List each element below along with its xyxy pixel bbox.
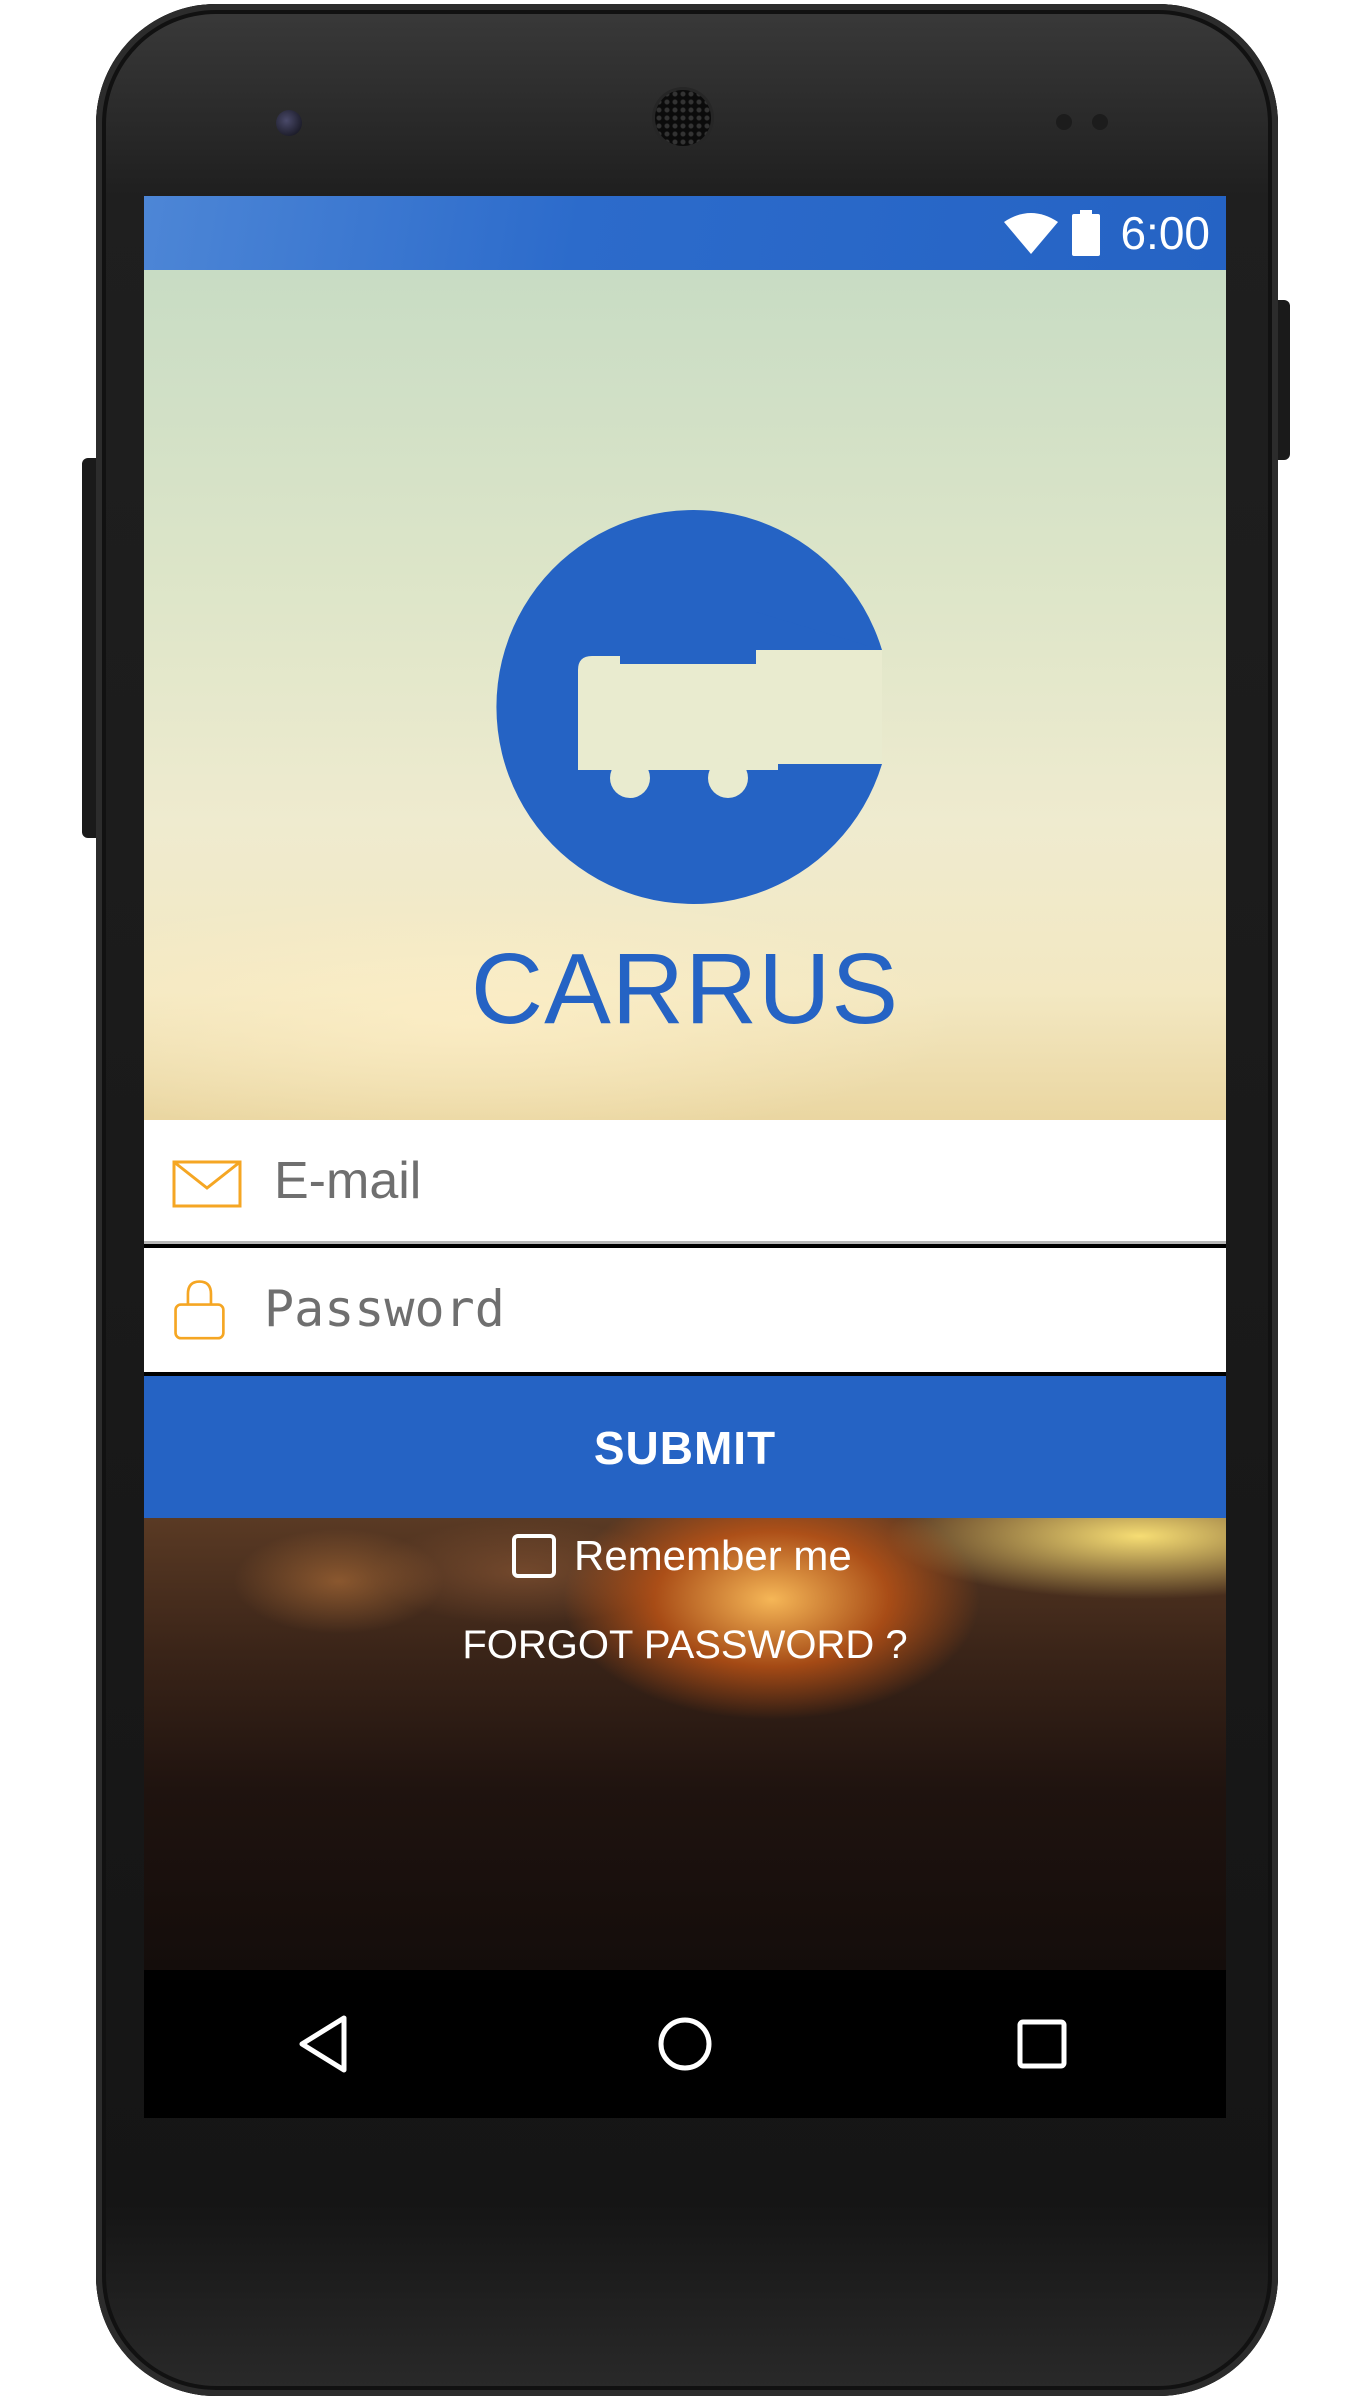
back-icon[interactable] — [294, 2012, 358, 2076]
remember-label: Remember me — [574, 1532, 852, 1579]
screen: 6:00 CARRUS E-mail Password SUBMIT Remem… — [144, 196, 1226, 2118]
wifi-icon — [1004, 213, 1058, 254]
brand-name: CARRUS — [470, 933, 900, 1045]
recents-icon[interactable] — [1010, 2012, 1074, 2076]
truck-c-logo — [496, 510, 882, 904]
earpiece-speaker — [655, 90, 711, 146]
battery-icon — [1072, 210, 1100, 256]
remember-me[interactable]: Remember me — [512, 1528, 852, 1584]
front-camera — [276, 110, 302, 136]
forgot-password-link[interactable]: FORGOT PASSWORD ? — [144, 1620, 1226, 1670]
password-placeholder: Password — [264, 1280, 505, 1338]
navigation-bar — [144, 1970, 1226, 2118]
email-placeholder: E-mail — [274, 1152, 422, 1210]
status-time: 6:00 — [1120, 207, 1210, 259]
hero-banner: CARRUS — [144, 270, 1226, 1120]
remember-checkbox[interactable] — [512, 1534, 556, 1578]
submit-button[interactable]: SUBMIT — [144, 1376, 1226, 1518]
lock-icon — [174, 1280, 225, 1340]
status-bar: 6:00 — [144, 196, 1226, 270]
proximity-sensor — [1056, 114, 1072, 130]
home-icon[interactable] — [653, 2012, 717, 2076]
background-photo: Remember me FORGOT PASSWORD ? — [144, 1518, 1226, 1970]
light-sensor — [1092, 114, 1108, 130]
password-field[interactable]: Password — [144, 1248, 1226, 1372]
email-field[interactable]: E-mail — [144, 1120, 1226, 1244]
envelope-icon — [172, 1160, 242, 1208]
